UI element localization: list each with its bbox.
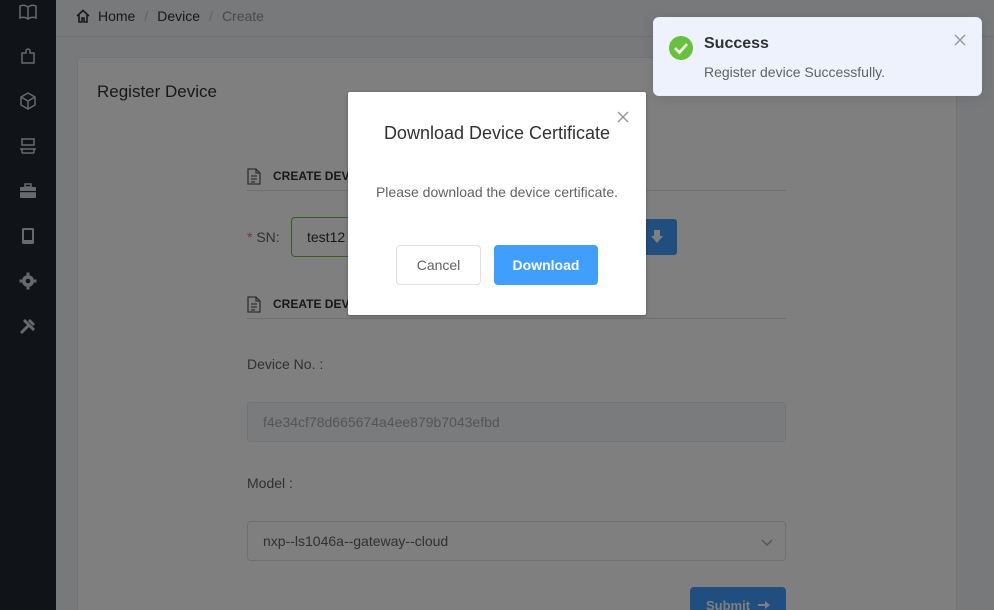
- download-button[interactable]: Download: [494, 245, 598, 285]
- dialog-message: Please download the device certificate.: [375, 184, 619, 200]
- notification-title: Success: [704, 35, 769, 52]
- cancel-button[interactable]: Cancel: [396, 245, 481, 285]
- close-icon[interactable]: [953, 33, 967, 47]
- download-certificate-dialog: Download Device Certificate Please downl…: [348, 92, 646, 315]
- notification-message: Register device Successfully.: [704, 64, 886, 80]
- dialog-title: Download Device Certificate: [383, 123, 611, 143]
- close-icon[interactable]: [617, 111, 629, 123]
- success-notification: Success Register device Successfully.: [653, 17, 982, 96]
- check-circle-icon: [669, 36, 693, 60]
